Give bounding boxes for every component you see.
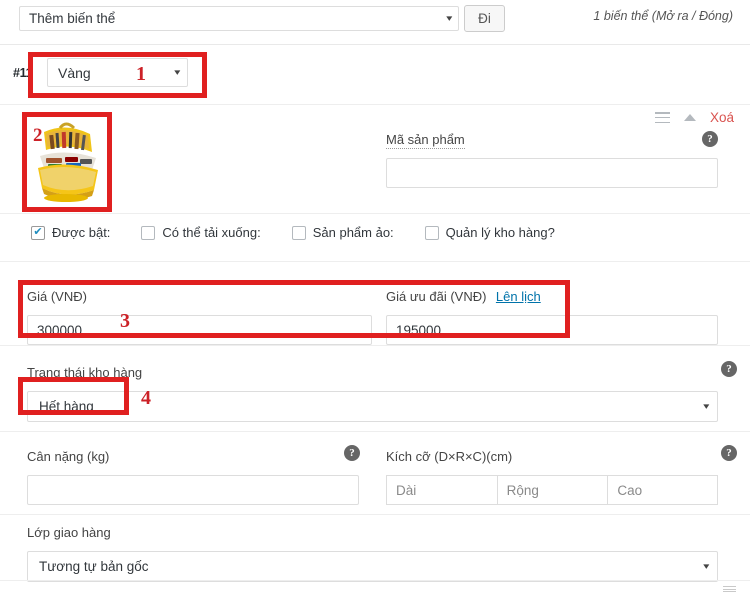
variation-image[interactable]	[26, 118, 106, 206]
sku-block: Mã sản phẩm	[386, 131, 718, 188]
weight-block: Cân nặng (kg)	[27, 448, 359, 505]
dimensions-inputs: Dài Rộng Cao	[386, 475, 719, 505]
sort-handle-icon[interactable]	[654, 112, 670, 123]
divider-dimensions	[0, 514, 750, 515]
regular-price-input[interactable]: 300000	[27, 315, 372, 345]
sale-price-block: Giá ưu đãi (VNĐ) Lên lịch 195000	[386, 288, 718, 345]
stock-status-select[interactable]: Hết hàng ▾	[27, 391, 718, 422]
divider-flags	[0, 261, 750, 262]
divider-toolbar	[0, 44, 750, 45]
dimension-width-input[interactable]: Rộng	[496, 475, 608, 505]
dimension-height-placeholder: Cao	[617, 482, 643, 498]
sale-price-label: Giá ưu đãi (VNĐ)	[386, 289, 487, 304]
checkbox-label: Được bật:	[52, 225, 111, 240]
checkbox-box	[291, 225, 306, 240]
chevron-down-icon: ▾	[174, 67, 181, 77]
dimension-width-placeholder: Rộng	[506, 482, 539, 498]
dimension-length-placeholder: Dài	[396, 482, 417, 498]
remove-variation-link[interactable]: Xoá	[710, 110, 734, 125]
shipping-class-label: Lớp giao hàng	[27, 525, 111, 540]
checkbox-enabled[interactable]: ✔ Được bật:	[31, 225, 110, 240]
variations-toolbar: Thêm biến thể ▾ Đi 1 biến thể (Mở ra / Đ…	[0, 0, 750, 40]
sale-price-input[interactable]: 195000	[386, 315, 718, 345]
schedule-sale-link[interactable]: Lên lịch	[496, 289, 541, 304]
attribute-select[interactable]: Vàng ▾	[47, 58, 188, 87]
variation-id: #11	[13, 66, 33, 80]
attribute-select-value: Vàng	[58, 64, 91, 81]
dimension-length-input[interactable]: Dài	[386, 475, 497, 505]
checkbox-label: Sản phẩm ảo:	[312, 225, 394, 240]
dimensions-label: Kích cỡ (D×R×C)(cm)	[386, 449, 513, 464]
sku-label: Mã sản phẩm	[386, 132, 465, 149]
stock-status-block: Trạng thái kho hàng Hết hàng ▾	[27, 364, 718, 422]
shipping-class-select[interactable]: Tương tự bản gốc ▾	[27, 551, 718, 582]
checkbox-box	[141, 225, 156, 240]
sku-input[interactable]	[386, 158, 718, 188]
go-button[interactable]: Đi	[464, 5, 505, 32]
chevron-up-icon[interactable]	[683, 114, 696, 121]
variation-header-actions: Xoá	[654, 110, 734, 125]
divider-header	[0, 104, 750, 105]
variation-image-toolbox	[26, 118, 106, 206]
help-icon[interactable]: ?	[721, 361, 737, 377]
help-icon[interactable]: ?	[721, 445, 737, 461]
help-icon[interactable]: ?	[344, 445, 360, 461]
variation-flags-row: ✔ Được bật: Có thể tải xuống: Sản phẩm ả…	[31, 225, 586, 240]
weight-input[interactable]	[27, 475, 359, 505]
variation-count-text: 1 biến thể (Mở ra / Đóng)	[593, 9, 733, 23]
divider-shipping	[0, 580, 750, 581]
regular-price-value: 300000	[37, 322, 83, 338]
checkbox-downloadable[interactable]: Có thể tải xuống:	[141, 225, 261, 240]
variation-editor-screen: Thêm biến thể ▾ Đi 1 biến thể (Mở ra / Đ…	[0, 0, 750, 594]
checkbox-virtual[interactable]: Sản phẩm ảo:	[291, 225, 394, 240]
sale-price-value: 195000	[396, 322, 442, 338]
divider-stock	[0, 431, 750, 432]
help-icon[interactable]: ?	[702, 131, 718, 147]
chevron-down-icon: ▾	[446, 13, 453, 23]
checkbox-manage-stock[interactable]: Quản lý kho hàng?	[424, 225, 555, 240]
regular-price-label: Giá (VNĐ)	[27, 289, 87, 304]
stock-status-value: Hết hàng	[39, 399, 94, 414]
divider-sku	[0, 213, 750, 214]
chevron-down-icon: ▾	[703, 401, 710, 411]
add-variation-select[interactable]: Thêm biến thể ▾	[19, 6, 459, 31]
stock-status-label: Trạng thái kho hàng	[27, 365, 143, 380]
go-button-label: Đi	[478, 11, 491, 26]
checkbox-box: ✔	[31, 225, 45, 240]
regular-price-block: Giá (VNĐ) 300000	[27, 288, 372, 345]
add-variation-select-value: Thêm biến thể	[29, 11, 116, 26]
shipping-class-value: Tương tự bản gốc	[39, 559, 149, 574]
checkbox-label: Có thể tải xuống:	[162, 225, 261, 240]
dimension-height-input[interactable]: Cao	[607, 475, 719, 505]
weight-label: Cân nặng (kg)	[27, 449, 110, 464]
sort-handle-icon-bottom	[723, 586, 736, 592]
dimensions-block: Kích cỡ (D×R×C)(cm) Dài Rộng Cao	[386, 448, 719, 505]
shipping-class-block: Lớp giao hàng Tương tự bản gốc ▾	[27, 524, 718, 582]
divider-price	[0, 345, 750, 346]
checkbox-box	[424, 225, 439, 240]
checkbox-label: Quản lý kho hàng?	[445, 225, 555, 240]
chevron-down-icon: ▾	[703, 561, 710, 571]
